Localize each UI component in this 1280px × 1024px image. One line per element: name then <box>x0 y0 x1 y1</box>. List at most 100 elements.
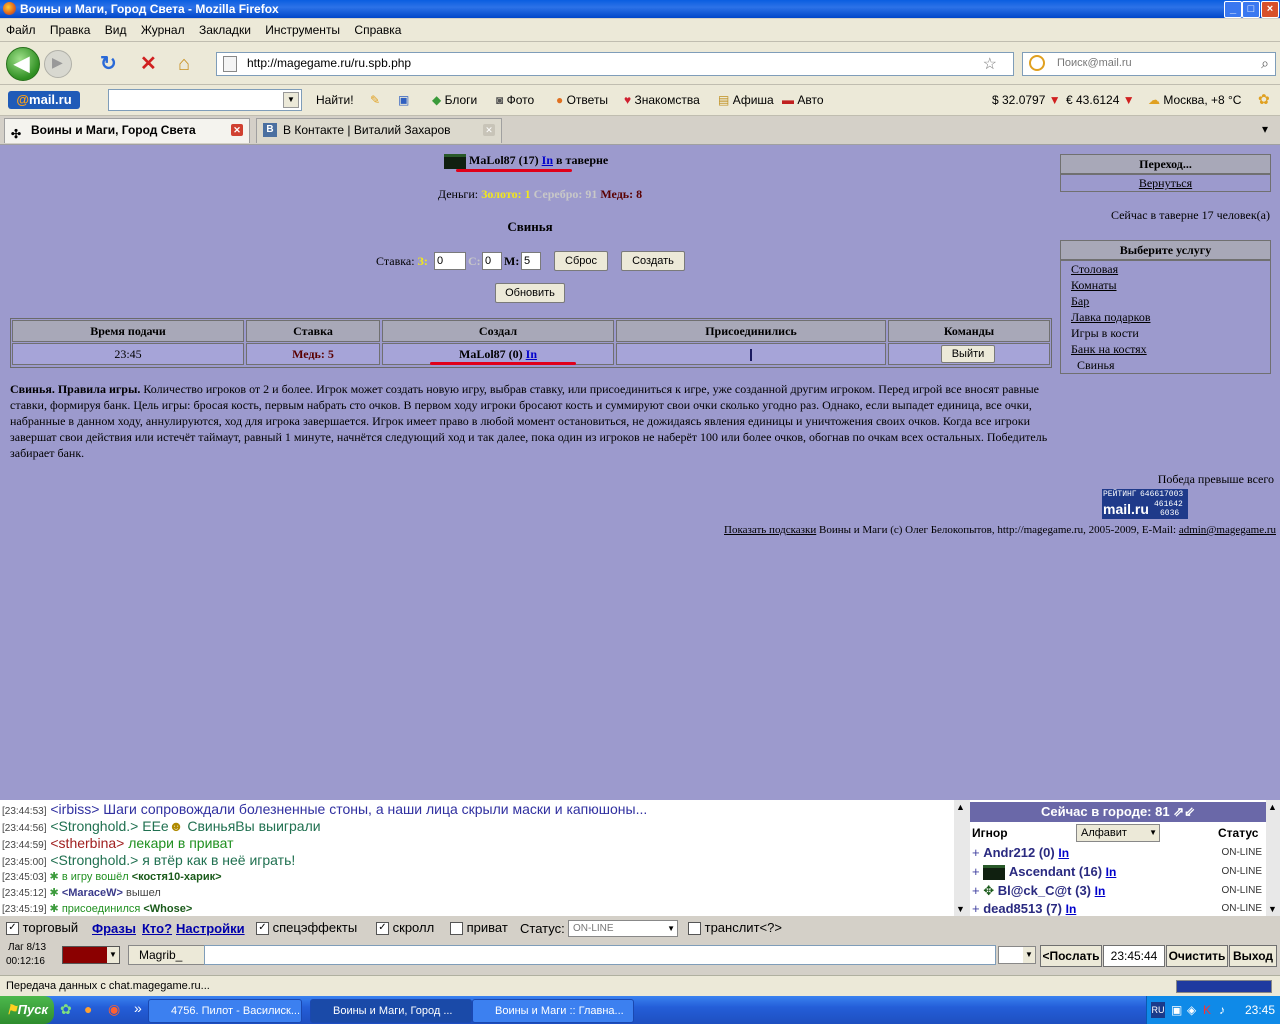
forward-button[interactable]: ▶ <box>44 50 72 78</box>
start-button[interactable]: ⚑Пуск <box>0 996 54 1024</box>
effects-option[interactable]: ✓ спецэффекты <box>256 920 357 936</box>
close-window-button[interactable]: × <box>1261 1 1279 18</box>
translit-option[interactable]: транслит<?> <box>688 920 782 936</box>
tab-list-icon[interactable]: ▾ <box>1262 122 1268 136</box>
clear-button[interactable]: Очистить <box>1166 945 1228 967</box>
service-bar[interactable]: Бар <box>1061 293 1270 309</box>
search-box[interactable]: Поиск@mail.ru ⌕ <box>1022 52 1276 76</box>
service-dining[interactable]: Столовая <box>1061 261 1270 277</box>
tab-magegame[interactable]: ✣ Воины и Маги, Город Света ✕ <box>4 118 250 143</box>
mail-icon[interactable]: ▣ <box>398 93 409 107</box>
create-button[interactable]: Создать <box>621 251 685 271</box>
firefox-quicklaunch-icon[interactable]: ● <box>84 1001 92 1017</box>
address-bar[interactable]: http://magegame.ru/ru.spb.php ☆ <box>216 52 1014 76</box>
scroll-checkbox[interactable]: ✓ <box>376 922 389 936</box>
scroll-down-icon[interactable]: ▼ <box>1268 904 1277 914</box>
taskbar-item-magegame-main[interactable]: Воины и Маги :: Главна... <box>472 999 634 1023</box>
tab-vkontakte[interactable]: B В Контакте | Виталий Захаров ✕ <box>256 118 502 143</box>
show-hints-link[interactable]: Показать подсказки <box>724 524 816 536</box>
menu-edit[interactable]: Правка <box>50 19 91 41</box>
eur-rate[interactable]: € 43.6124 ▼ <box>1066 93 1135 107</box>
mailru-answers[interactable]: ● Ответы <box>556 93 608 107</box>
close-tab-icon[interactable]: ✕ <box>231 124 243 136</box>
mailru-search-input[interactable]: ▼ <box>108 89 302 111</box>
menu-tools[interactable]: Инструменты <box>265 19 340 41</box>
add-icon[interactable]: + <box>972 845 980 860</box>
recipient-name[interactable]: Magrib_ <box>128 945 210 965</box>
weather[interactable]: ☁ Москва, +8 °C <box>1148 93 1241 107</box>
search-engine-icon[interactable] <box>1029 55 1045 71</box>
menu-file[interactable]: Файл <box>6 19 36 41</box>
service-rooms[interactable]: Комнаты <box>1061 277 1270 293</box>
home-icon[interactable]: ⌂ <box>178 54 190 74</box>
taskbar-item-pilot[interactable]: 4756. Пилот - Василиск... <box>148 999 302 1023</box>
mailru-find-button[interactable]: Найти! <box>316 93 354 107</box>
bookmark-star-icon[interactable]: ☆ <box>983 54 997 74</box>
smiles-select[interactable]: ▼ <box>998 946 1036 964</box>
mailru-blogs[interactable]: ◆ Блоги <box>432 93 477 107</box>
city-scrollbar[interactable]: ▲ ▼ <box>1266 800 1280 916</box>
stop-icon[interactable]: ✕ <box>140 54 157 74</box>
back-button[interactable]: ◀ <box>6 47 40 81</box>
pencil-icon[interactable]: ✎ <box>370 93 380 107</box>
taskbar-item-magegame-city[interactable]: Воины и Маги, Город ... <box>310 999 472 1023</box>
gear-icon[interactable]: ✿ <box>1258 91 1270 108</box>
mailru-rating-counter[interactable]: РЕЙТИНГ 646617003 mail.ru 461642 6036 <box>1102 489 1188 519</box>
mailru-dating[interactable]: ♥ Знакомства <box>624 93 700 107</box>
bet-copper-input[interactable]: 5 <box>521 252 541 270</box>
reset-button[interactable]: Сброс <box>554 251 608 271</box>
volume-icon[interactable]: ♪ <box>1219 996 1225 1024</box>
network-icon[interactable]: ▣ <box>1171 996 1182 1024</box>
back-link[interactable]: Вернуться <box>1139 176 1192 190</box>
settings-link[interactable]: Настройки <box>176 921 245 936</box>
refresh-arrows-icon[interactable]: ⇗⇙ <box>1173 804 1195 819</box>
opera-quicklaunch-icon[interactable]: ◉ <box>108 1001 120 1018</box>
language-indicator[interactable]: RU <box>1151 1002 1165 1018</box>
menu-bookmarks[interactable]: Закладки <box>199 19 251 41</box>
effects-checkbox[interactable]: ✓ <box>256 922 269 936</box>
menu-help[interactable]: Справка <box>354 19 401 41</box>
maximize-button[interactable]: □ <box>1242 1 1260 18</box>
exit-game-button[interactable]: Выйти <box>941 345 995 363</box>
scroll-up-icon[interactable]: ▲ <box>956 802 965 812</box>
usd-rate[interactable]: $ 32.0797 ▼ <box>992 93 1061 107</box>
mailru-photo[interactable]: ◙ Фото <box>496 93 534 107</box>
shield-icon[interactable]: ◈ <box>1187 996 1196 1024</box>
service-gift-shop[interactable]: Лавка подарков <box>1061 309 1270 325</box>
scroll-down-icon[interactable]: ▼ <box>956 904 965 914</box>
menu-history[interactable]: Журнал <box>141 19 185 41</box>
refresh-button[interactable]: Обновить <box>495 283 565 303</box>
menu-view[interactable]: Вид <box>105 19 127 41</box>
minimize-button[interactable]: _ <box>1224 1 1242 18</box>
mailru-auto[interactable]: ▬ Авто <box>782 93 824 107</box>
close-tab-icon[interactable]: ✕ <box>483 124 495 136</box>
private-option[interactable]: приват <box>450 920 508 936</box>
trade-option[interactable]: ✓ торговый <box>6 920 78 936</box>
more-icon[interactable]: » <box>134 1000 142 1016</box>
add-icon[interactable]: + <box>972 864 980 879</box>
antivirus-icon[interactable]: K <box>1203 996 1211 1024</box>
scroll-up-icon[interactable]: ▲ <box>1268 802 1277 812</box>
chat-scrollbar[interactable]: ▲ ▼ <box>954 800 970 916</box>
player-name[interactable]: MaLol87 (17) <box>469 153 539 167</box>
player-info-link[interactable]: In <box>542 153 553 167</box>
dice-bank-link[interactable]: Банк на костях <box>1061 341 1270 357</box>
add-icon[interactable]: + <box>972 901 980 916</box>
trade-checkbox[interactable]: ✓ <box>6 922 19 936</box>
send-button[interactable]: <Послать <box>1040 945 1102 967</box>
chat-message-input[interactable] <box>204 945 996 965</box>
admin-email-link[interactable]: admin@magegame.ru <box>1179 524 1276 536</box>
dropdown-arrow-icon[interactable]: ▼ <box>283 92 299 108</box>
scroll-option[interactable]: ✓ скролл <box>376 920 434 936</box>
bet-silver-input[interactable]: 0 <box>482 252 502 270</box>
color-select[interactable]: ▼ <box>62 946 120 964</box>
quicklaunch-icon[interactable]: ✿ <box>60 1001 72 1018</box>
search-icon[interactable]: ⌕ <box>1261 55 1269 72</box>
translit-checkbox[interactable] <box>688 922 701 936</box>
private-checkbox[interactable] <box>450 922 463 936</box>
bet-gold-input[interactable]: 0 <box>434 252 466 270</box>
add-icon[interactable]: + <box>972 883 980 898</box>
mailru-logo[interactable]: @mail.ru <box>8 91 80 109</box>
phrases-link[interactable]: Фразы <box>92 921 136 936</box>
reload-icon[interactable]: ↻ <box>100 54 117 74</box>
